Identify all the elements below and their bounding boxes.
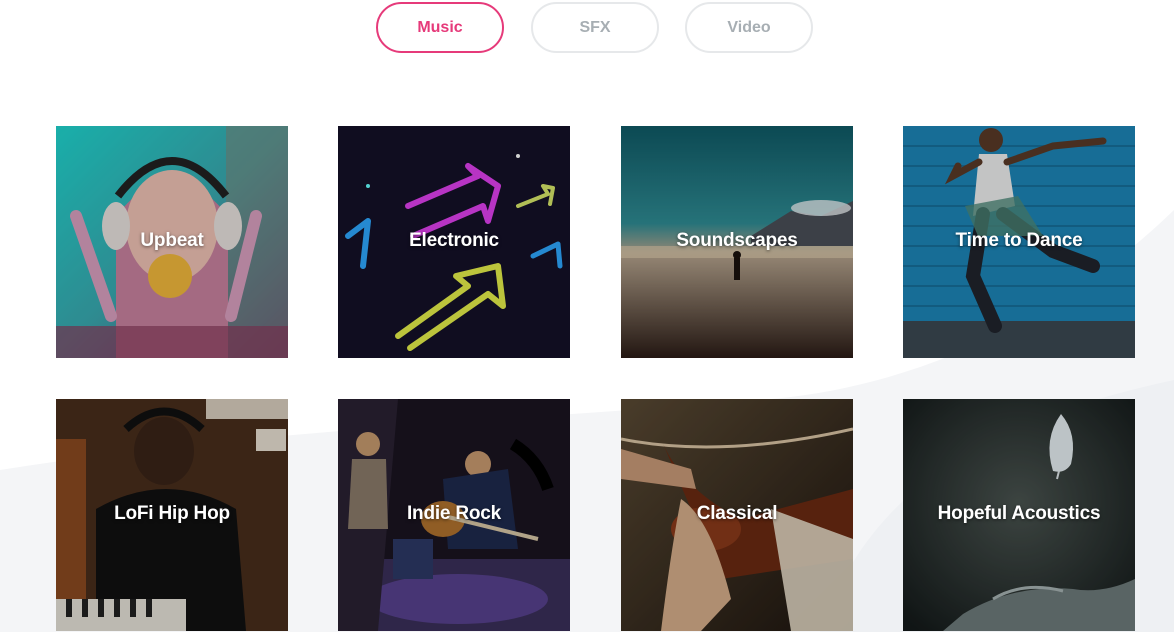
- page: Music SFX Video Upbeat Electronic Sounds…: [0, 0, 1174, 632]
- media-type-tabs: Music SFX Video: [0, 2, 1174, 56]
- genre-card-electronic[interactable]: Electronic: [338, 126, 570, 358]
- genre-card-soundscapes[interactable]: Soundscapes: [621, 126, 853, 358]
- genre-label: LoFi Hip Hop: [114, 503, 230, 524]
- genre-card-upbeat[interactable]: Upbeat: [56, 126, 288, 358]
- genre-label: Electronic: [409, 230, 499, 251]
- genre-card-classical[interactable]: Classical: [621, 399, 853, 631]
- tab-music[interactable]: Music: [376, 2, 504, 53]
- genre-label: Indie Rock: [406, 503, 502, 524]
- genre-card-time-to-dance[interactable]: Time to Dance: [903, 126, 1135, 358]
- tab-video[interactable]: Video: [685, 2, 813, 53]
- genre-card-indie-rock[interactable]: Indie Rock: [338, 399, 570, 631]
- genre-label: Upbeat: [140, 230, 204, 251]
- genre-label: Soundscapes: [676, 230, 798, 251]
- genre-label: Classical: [696, 503, 778, 524]
- tab-sfx[interactable]: SFX: [531, 2, 659, 53]
- genre-card-lofi-hip-hop[interactable]: LoFi Hip Hop: [56, 399, 288, 631]
- genre-card-hopeful-acoustics[interactable]: Hopeful Acoustics: [903, 399, 1135, 631]
- genre-label: Hopeful Acoustics: [937, 503, 1101, 524]
- genre-label: Time to Dance: [955, 230, 1083, 251]
